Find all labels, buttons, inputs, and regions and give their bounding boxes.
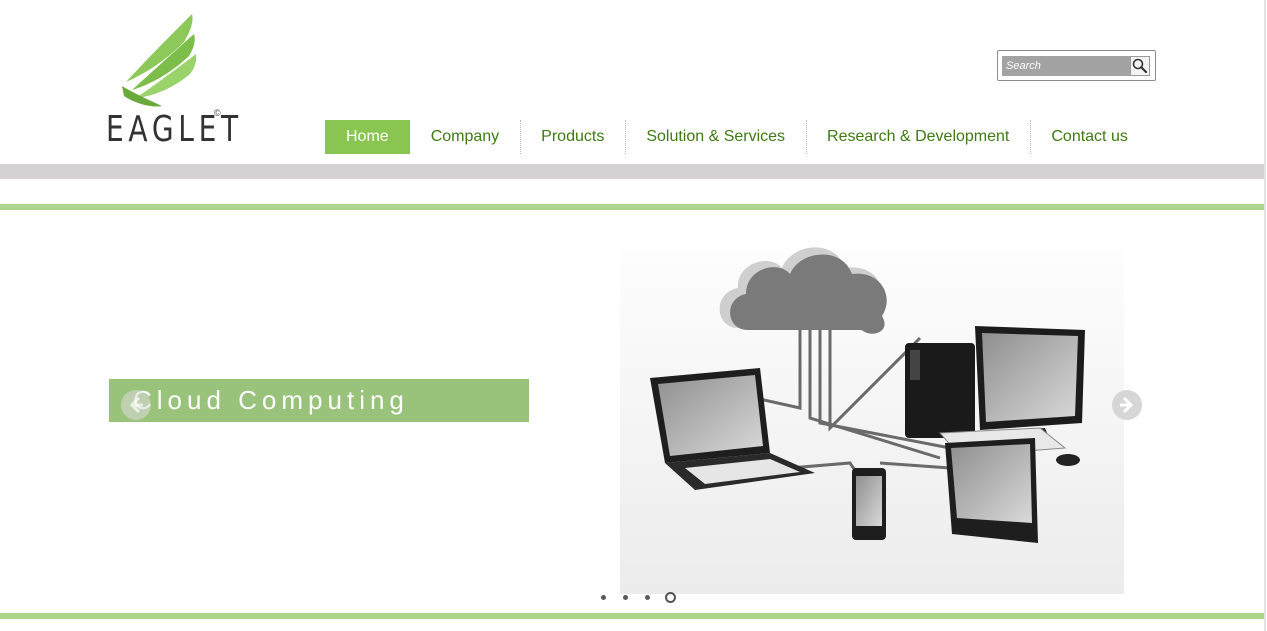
nav-item-company[interactable]: Company	[410, 120, 520, 154]
search-icon	[1132, 58, 1148, 74]
search-button[interactable]	[1130, 56, 1150, 76]
slider-prev-button[interactable]	[121, 390, 151, 420]
copyright-mark: ©	[214, 108, 221, 118]
nav-item-products[interactable]: Products	[520, 120, 625, 154]
main-nav: Home Company Products Solution & Service…	[325, 120, 1149, 154]
slider-bottom-divider	[0, 613, 1264, 619]
logo[interactable]: EAGLET ©	[104, 12, 238, 152]
arrow-right-icon	[1120, 396, 1134, 414]
search-box	[997, 50, 1156, 81]
slider-next-button[interactable]	[1112, 390, 1142, 420]
slider-top-divider	[0, 204, 1264, 210]
header-band	[0, 164, 1264, 179]
arrow-left-icon	[129, 396, 143, 414]
search-input[interactable]	[1002, 56, 1130, 76]
slide-title: Cloud Computing	[133, 385, 409, 415]
slider-dot-1[interactable]	[601, 595, 606, 600]
eagle-wing-logo-icon	[122, 14, 197, 107]
logo-text: EAGLET	[106, 109, 243, 150]
slider-dot-3[interactable]	[645, 595, 650, 600]
slider-dot-4[interactable]	[665, 592, 676, 603]
slider-dot-2[interactable]	[623, 595, 628, 600]
slide-caption: Cloud Computing	[109, 379, 529, 422]
page-edge	[1264, 0, 1266, 631]
nav-item-contact-us[interactable]: Contact us	[1030, 120, 1148, 154]
nav-item-research-development[interactable]: Research & Development	[806, 120, 1030, 154]
nav-item-solution-services[interactable]: Solution & Services	[625, 120, 806, 154]
slide-image-cloud-network	[620, 218, 1124, 594]
nav-item-home[interactable]: Home	[325, 120, 410, 154]
